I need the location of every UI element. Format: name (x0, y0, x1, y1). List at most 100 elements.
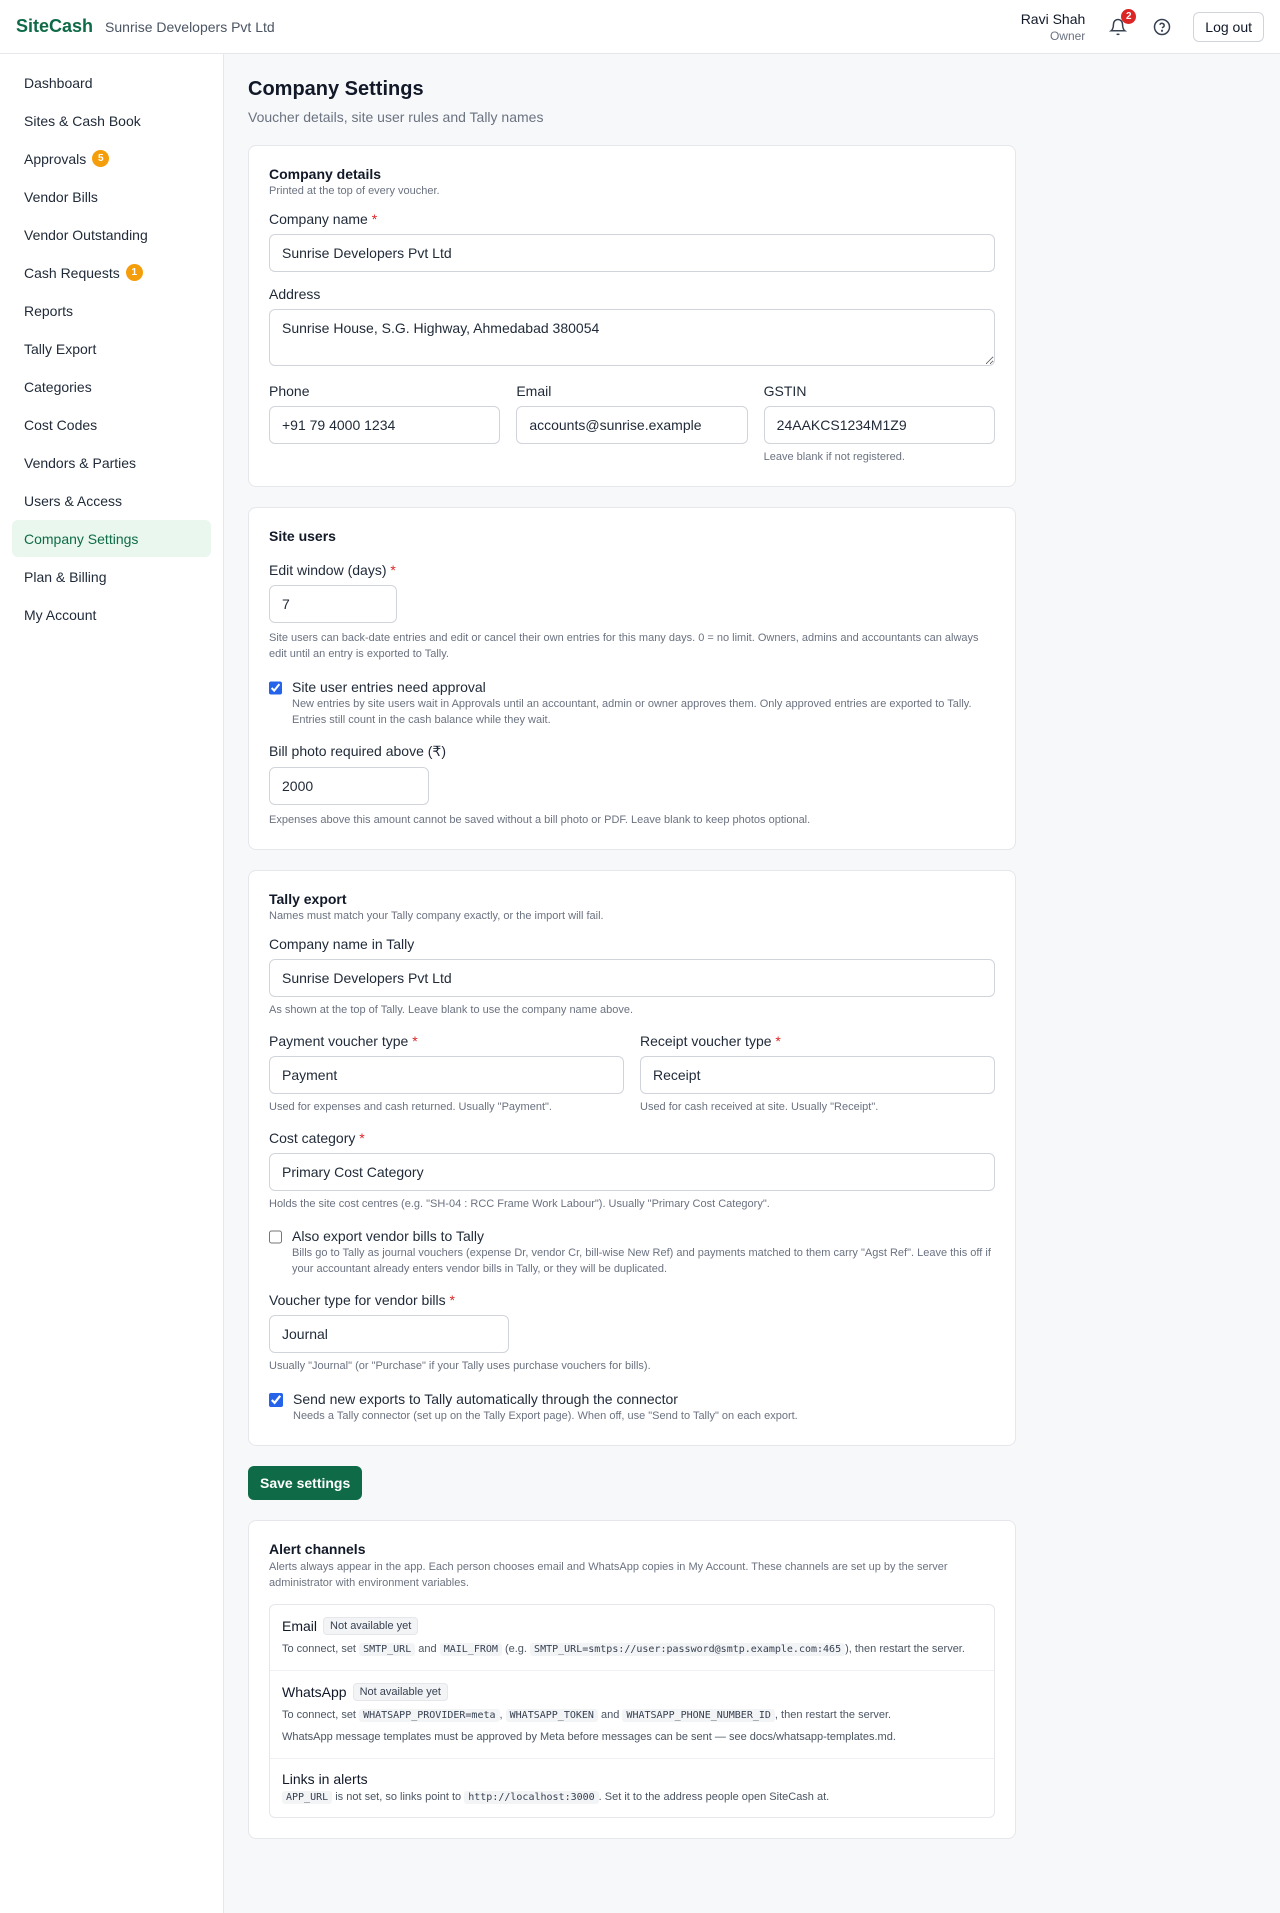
sidebar-item-users-access[interactable]: Users & Access (12, 482, 211, 519)
channel-links-text: APP_URL is not set, so links point to ht… (282, 1789, 982, 1806)
vendor-bills-checkbox[interactable] (269, 1230, 282, 1245)
bill-photo-label: Bill photo required above (₹) (269, 742, 447, 759)
edit-window-label: Edit window (days) * (269, 561, 396, 578)
gstin-label: GSTIN (763, 383, 807, 399)
top-right: Ravi Shah Owner 2 Log out (1021, 8, 1264, 43)
card-title: Site users (269, 527, 336, 544)
company-name-label: Company name * (269, 211, 378, 227)
sidebar-item-vendor-outstanding[interactable]: Vendor Outstanding (12, 216, 211, 253)
sidebar-item-approvals[interactable]: Approvals 5 (12, 140, 211, 177)
channel-whatsapp: WhatsApp Not available yet To connect, se… (270, 1671, 994, 1759)
bill-photo-input[interactable] (269, 766, 429, 805)
sidebar-item-label: Plan & Billing (24, 568, 107, 585)
address-input[interactable]: Sunrise House, S.G. Highway, Ahmedabad 3… (269, 309, 995, 366)
phone-input[interactable] (269, 406, 501, 444)
sidebar-item-reports[interactable]: Reports (12, 292, 211, 329)
receipt-voucher-label: Receipt voucher type * (640, 1032, 781, 1049)
alert-channels-card: Alert channels Alerts always appear in t… (248, 1520, 1016, 1840)
company-details-card: Company details Printed at the top of ev… (248, 145, 1016, 487)
receipt-voucher-input[interactable] (640, 1055, 995, 1094)
status-badge: Not available yet (352, 1682, 448, 1701)
approval-checkbox[interactable] (269, 680, 282, 695)
card-title: Tally export (269, 890, 347, 907)
sidebar-item-company-settings[interactable]: Company Settings (12, 520, 211, 557)
auto-send-option: Send new exports to Tally automatically … (269, 1391, 995, 1425)
email-input[interactable] (516, 406, 748, 444)
channel-links: Links in alerts APP_URL is not set, so l… (270, 1759, 994, 1818)
auto-send-help: Needs a Tally connector (set up on the T… (293, 1410, 798, 1423)
vendor-voucher-type-help: Usually "Journal" (or "Purchase" if your… (269, 1360, 651, 1373)
company-name-input[interactable] (269, 234, 995, 272)
channel-whatsapp-instructions: To connect, set WHATSAPP_PROVIDER=meta, … (282, 1708, 892, 1722)
sidebar: Dashboard Sites & Cash Book Approvals 5 V… (0, 54, 224, 1913)
save-settings-button[interactable]: Save settings (248, 1466, 363, 1501)
cost-category-input[interactable] (269, 1152, 995, 1191)
phone-label: Phone (269, 383, 310, 399)
sidebar-item-dashboard[interactable]: Dashboard (12, 64, 211, 101)
notification-count: 2 (1121, 8, 1137, 24)
vendor-bills-help: Bills go to Tally as journal vouchers (e… (292, 1247, 991, 1276)
cost-category-help: Holds the site cost centres (e.g. "SH-04… (269, 1197, 770, 1210)
cash-requests-count-badge: 1 (125, 264, 143, 281)
payment-voucher-help: Used for expenses and cash returned. Usu… (269, 1100, 552, 1113)
gstin-input[interactable] (763, 406, 995, 444)
sidebar-item-label: Reports (24, 302, 74, 319)
sidebar-item-categories[interactable]: Categories (12, 368, 211, 405)
gstin-help: Leave blank if not registered. (763, 451, 905, 463)
sidebar-item-plan-billing[interactable]: Plan & Billing (12, 558, 211, 595)
sidebar-item-my-account[interactable]: My Account (12, 596, 211, 633)
card-subtitle: Printed at the top of every voucher. (269, 185, 440, 197)
sidebar-item-cost-codes[interactable]: Cost Codes (12, 406, 211, 443)
sidebar-item-label: Dashboard (24, 74, 93, 91)
card-title: Alert channels (269, 1541, 366, 1558)
tally-company-input[interactable] (269, 958, 995, 997)
channel-email: Email Not available yet To connect, set S… (270, 1605, 994, 1671)
sidebar-item-vendor-bills[interactable]: Vendor Bills (12, 178, 211, 215)
card-subtitle: Names must match your Tally company exac… (269, 909, 604, 922)
channel-links-title: Links in alerts (282, 1770, 368, 1787)
vendor-voucher-type-input[interactable] (269, 1315, 509, 1354)
sidebar-item-label: Cost Codes (24, 416, 98, 433)
sidebar-item-label: Company Settings (24, 530, 139, 547)
sidebar-item-label: Categories (24, 378, 92, 395)
main-content: Company Settings Voucher details, site u… (248, 54, 1016, 1840)
sidebar-item-label: Users & Access (24, 492, 123, 509)
sidebar-item-label: Tally Export (24, 340, 97, 357)
channel-email-instructions: To connect, set SMTP_URL and MAIL_FROM (… (282, 1643, 965, 1657)
brand-logo[interactable]: SiteCash (16, 16, 93, 37)
channel-whatsapp-title: WhatsApp (282, 1683, 347, 1700)
company-name: Sunrise Developers Pvt Ltd (105, 18, 275, 35)
sidebar-item-label: Vendors & Parties (24, 454, 137, 471)
address-label: Address (269, 286, 321, 302)
edit-window-input[interactable] (269, 584, 397, 623)
top-bar: SiteCash Sunrise Developers Pvt Ltd Ravi… (0, 0, 1280, 54)
page-subtitle: Voucher details, site user rules and Tal… (248, 109, 544, 125)
approval-label: Site user entries need approval (292, 678, 486, 695)
card-subtitle: Alerts always appear in the app. Each pe… (269, 1561, 948, 1590)
email-label: Email (516, 383, 552, 399)
sidebar-item-vendors-parties[interactable]: Vendors & Parties (12, 444, 211, 481)
sidebar-item-sites-cash-book[interactable]: Sites & Cash Book (12, 102, 211, 139)
payment-voucher-label: Payment voucher type * (269, 1032, 418, 1049)
notifications-button[interactable]: 2 (1105, 8, 1137, 40)
channel-whatsapp-note: WhatsApp message templates must be appro… (282, 1731, 896, 1744)
vendor-bills-option: Also export vendor bills to Tally Bills … (269, 1228, 995, 1278)
help-icon (1154, 18, 1171, 35)
cost-category-label: Cost category * (269, 1129, 365, 1146)
status-badge: Not available yet (323, 1617, 419, 1636)
page-title: Company Settings (248, 78, 424, 100)
tally-company-help: As shown at the top of Tally. Leave blan… (269, 1003, 634, 1016)
sidebar-item-label: My Account (24, 606, 97, 623)
sidebar-item-tally-export[interactable]: Tally Export (12, 330, 211, 367)
sidebar-item-cash-requests[interactable]: Cash Requests 1 (12, 254, 211, 291)
approval-option: Site user entries need approval New entr… (269, 679, 995, 729)
tally-export-card: Tally export Names must match your Tally… (248, 869, 1016, 1447)
help-button[interactable] (1149, 14, 1175, 40)
sidebar-item-label: Vendor Outstanding (24, 226, 148, 243)
vendor-voucher-type-label: Voucher type for vendor bills * (269, 1292, 455, 1309)
auto-send-label: Send new exports to Tally automatically … (293, 1391, 678, 1408)
logout-button[interactable]: Log out (1193, 11, 1264, 42)
payment-voucher-input[interactable] (269, 1055, 624, 1094)
auto-send-checkbox[interactable] (269, 1393, 283, 1408)
site-users-card: Site users Edit window (days) * Site use… (248, 506, 1016, 850)
